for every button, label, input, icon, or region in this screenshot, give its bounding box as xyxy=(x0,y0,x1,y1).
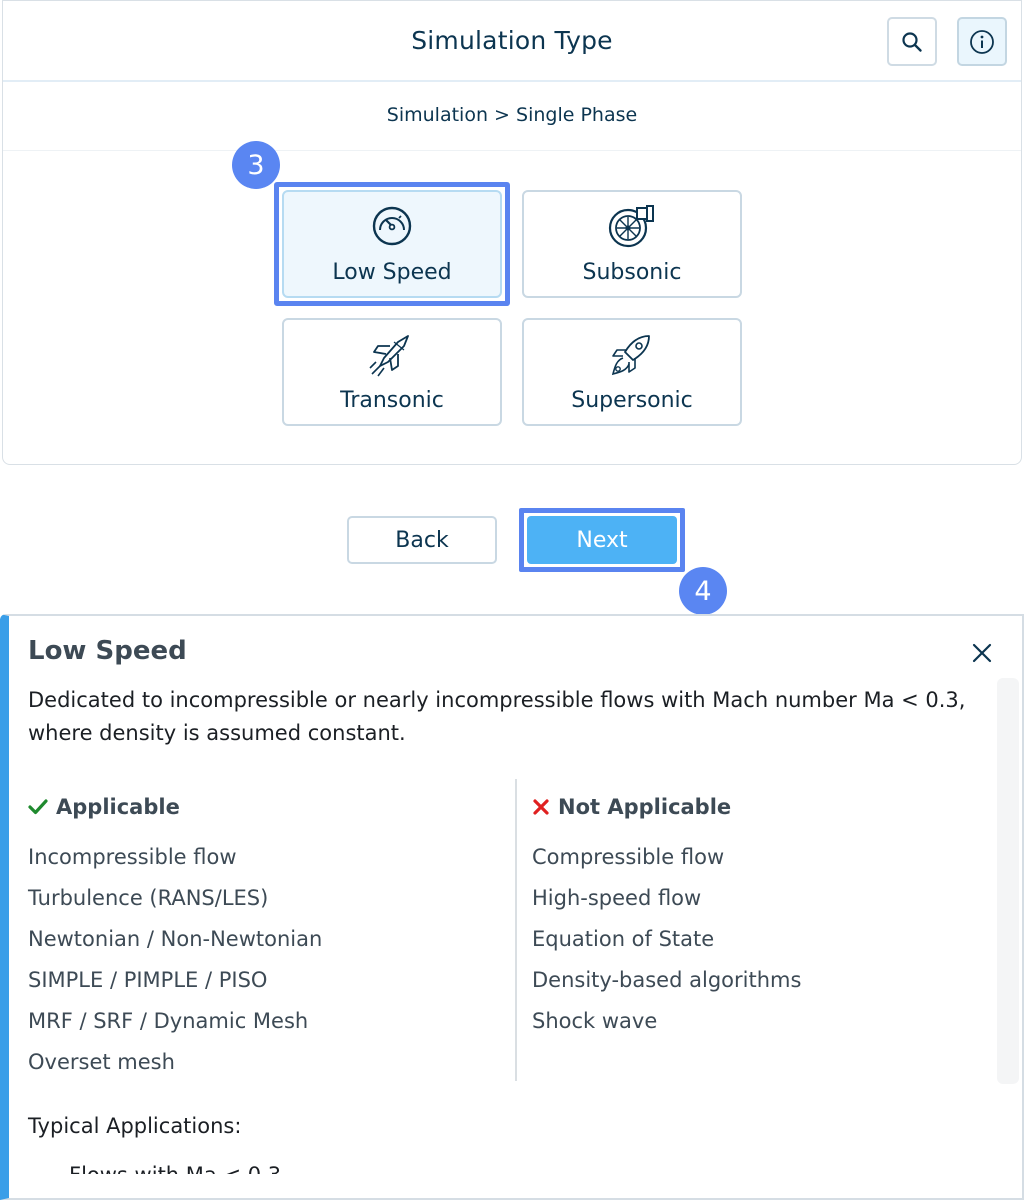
breadcrumb: Simulation > Single Phase xyxy=(386,104,638,126)
column-divider xyxy=(515,779,517,1081)
option-supersonic[interactable]: Supersonic xyxy=(522,318,742,426)
list-item: Shock wave xyxy=(532,1009,658,1033)
list-item: Density-based algorithms xyxy=(532,968,802,992)
applicable-list: Incompressible flow Turbulence (RANS/LES… xyxy=(28,842,322,1088)
option-subsonic[interactable]: Subsonic xyxy=(522,190,742,298)
info-panel: Low Speed Dedicated to incompressible or… xyxy=(0,614,1024,1200)
not-applicable-heading: Not Applicable xyxy=(532,795,731,819)
option-transonic[interactable]: Transonic xyxy=(282,318,502,426)
applicable-heading: Applicable xyxy=(28,795,180,819)
jet-icon xyxy=(369,335,409,377)
not-applicable-list: Compressible flow High-speed flow Equati… xyxy=(532,842,801,1047)
rocket-icon xyxy=(611,335,650,376)
option-label: Transonic xyxy=(340,388,444,413)
breadcrumb-row: Simulation > Single Phase xyxy=(3,82,1021,151)
step-marker-4: 4 xyxy=(679,567,727,615)
info-icon xyxy=(970,29,994,54)
close-icon[interactable] xyxy=(969,640,995,666)
back-button[interactable]: Back xyxy=(347,516,497,564)
panel-title: Low Speed xyxy=(28,636,187,666)
list-item: Overset mesh xyxy=(28,1050,175,1074)
check-icon xyxy=(28,799,48,815)
option-label: Supersonic xyxy=(571,388,693,413)
panel-description: Dedicated to incompressible or nearly in… xyxy=(28,688,966,745)
simulation-type-card: Simulation Type Simulation > Single Phas… xyxy=(2,0,1022,465)
option-label: Low Speed xyxy=(332,260,452,285)
x-mark-icon xyxy=(533,799,549,815)
page-title: Simulation Type xyxy=(411,26,613,55)
speedometer-icon xyxy=(372,206,412,246)
search-button[interactable] xyxy=(887,17,937,66)
typical-applications-heading: Typical Applications: xyxy=(28,1114,242,1138)
list-item: Compressible flow xyxy=(532,845,725,869)
list-item: MRF / SRF / Dynamic Mesh xyxy=(28,1009,309,1033)
turbine-icon xyxy=(608,205,654,248)
list-item: Newtonian / Non-Newtonian xyxy=(28,927,323,951)
header: Simulation Type xyxy=(3,1,1021,82)
next-button[interactable]: Next xyxy=(527,516,677,564)
list-item: High-speed flow xyxy=(532,886,702,910)
typical-applications-item: Flows with Ma < 0.3 xyxy=(69,1160,281,1174)
option-low-speed[interactable]: Low Speed xyxy=(282,190,502,298)
list-item: Equation of State xyxy=(532,927,715,951)
list-item: Incompressible flow xyxy=(28,845,237,869)
list-item: Turbulence (RANS/LES) xyxy=(28,886,269,910)
info-button[interactable] xyxy=(957,17,1007,66)
list-item: SIMPLE / PIMPLE / PISO xyxy=(28,968,268,992)
panel-scrollbar[interactable] xyxy=(997,678,1019,1084)
step-marker-3: 3 xyxy=(232,141,280,189)
not-applicable-heading-label: Not Applicable xyxy=(558,795,732,819)
search-icon xyxy=(902,31,922,52)
applicable-heading-label: Applicable xyxy=(56,795,180,819)
option-label: Subsonic xyxy=(582,260,682,285)
